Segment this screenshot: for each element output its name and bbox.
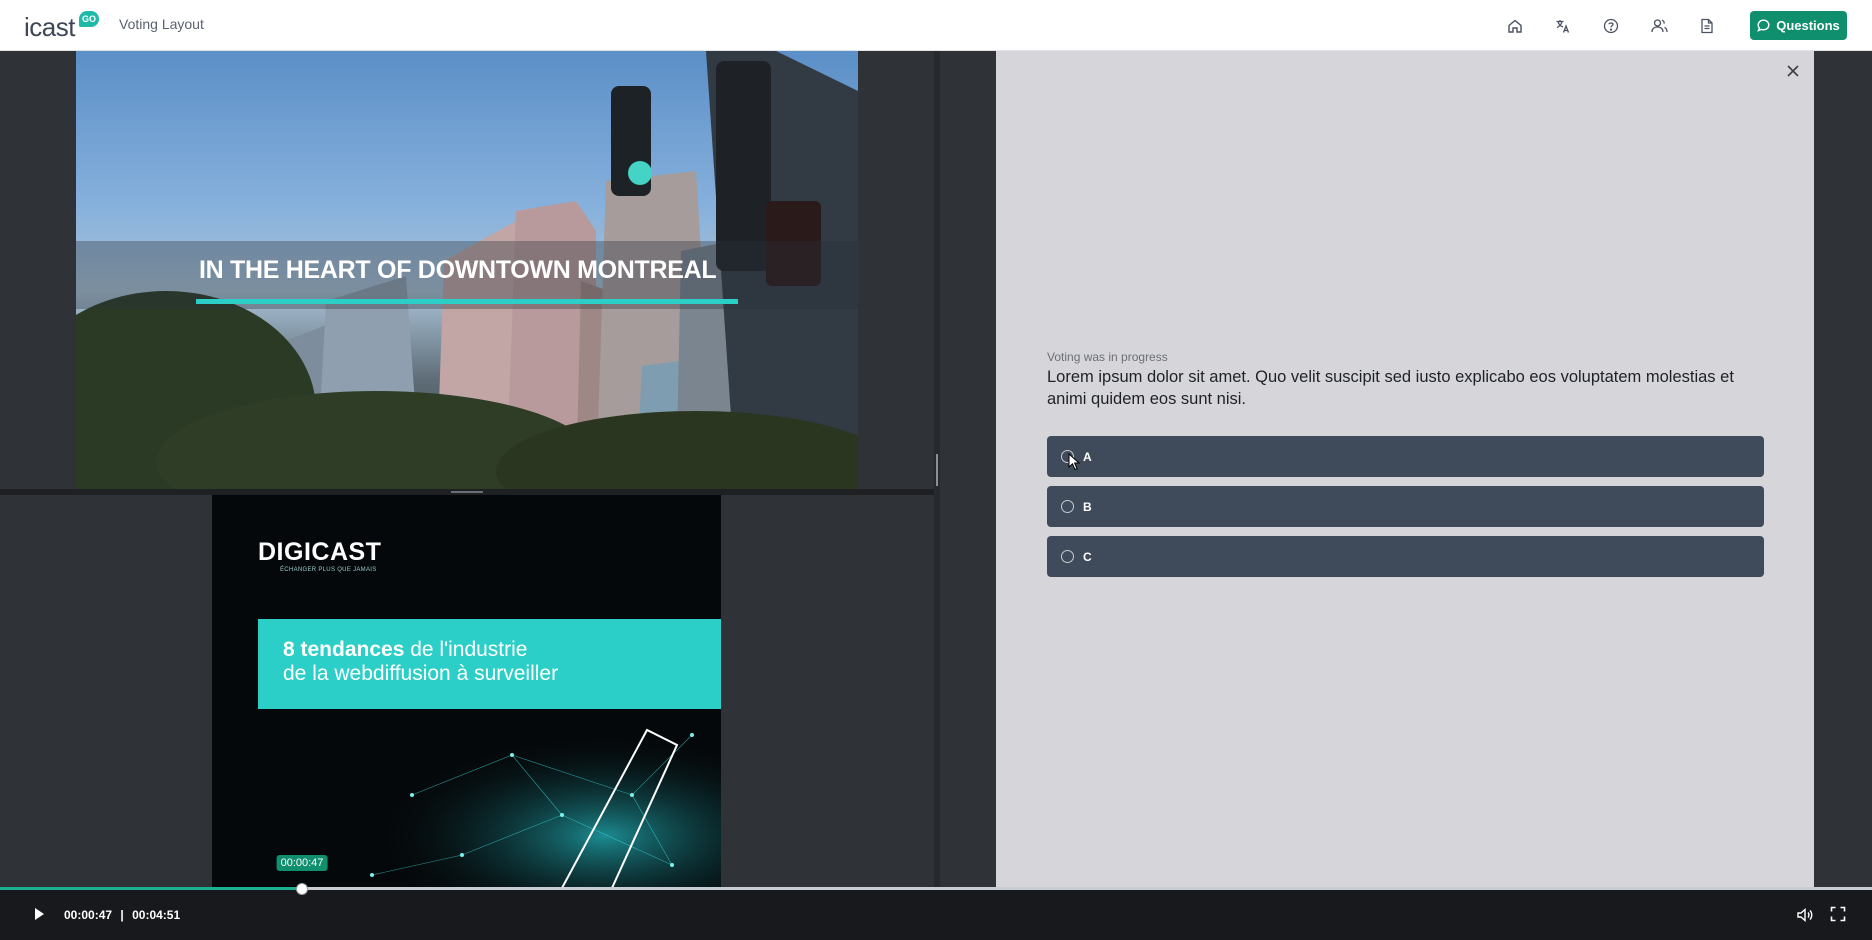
slide-headline-bold: 8 tendances <box>283 638 405 661</box>
logo-badge: GO <box>79 11 99 27</box>
current-time: 00:00:47 <box>64 908 113 922</box>
page-title: Voting Layout <box>119 16 204 32</box>
option-a[interactable]: A <box>1047 436 1764 477</box>
slide-headline-line2: de la webdiffusion à surveiller <box>283 662 559 685</box>
voting-question: Lorem ipsum dolor sit amet. Quo velit su… <box>1047 368 1734 408</box>
player-controls <box>0 888 1872 940</box>
slide-brand: DIGICAST <box>258 538 382 566</box>
play-icon[interactable] <box>32 906 46 922</box>
option-label: B <box>1083 499 1092 514</box>
volume-icon[interactable] <box>1796 906 1814 924</box>
video-player[interactable]: IN THE HEART OF DOWNTOWN MONTREAL <box>76 51 858 489</box>
radio-b[interactable] <box>1061 500 1074 513</box>
option-b[interactable]: B <box>1047 486 1764 527</box>
total-duration: 00:04:51 <box>132 908 181 922</box>
slide-headline: 8 tendances de l'industrie de la webdiff… <box>283 638 558 686</box>
icast-logo[interactable]: icast GO <box>24 11 99 42</box>
option-label: C <box>1083 549 1092 564</box>
time-tooltip: 00:00:47 <box>276 855 328 871</box>
time-display: 00:00:47 | 00:04:51 <box>64 908 180 922</box>
radio-c[interactable] <box>1061 550 1074 563</box>
presentation-slide: DIGICAST ÉCHANGER PLUS QUE JAMAIS 8 tend… <box>212 495 721 888</box>
progress-fill <box>0 887 302 890</box>
media-area: IN THE HEART OF DOWNTOWN MONTREAL DIGICA… <box>0 51 996 888</box>
voting-status: Voting was in progress <box>1047 350 1168 364</box>
fullscreen-icon[interactable] <box>1830 906 1846 922</box>
questions-label: Questions <box>1776 18 1840 33</box>
home-icon[interactable] <box>1504 15 1526 37</box>
chat-bubble-icon <box>1757 19 1770 32</box>
progress-thumb[interactable] <box>296 883 308 895</box>
voting-panel: Voting was in progress Lorem ipsum dolor… <box>996 51 1814 888</box>
video-caption: IN THE HEART OF DOWNTOWN MONTREAL <box>199 256 717 284</box>
option-label: A <box>1083 449 1092 464</box>
slide-tagline: ÉCHANGER PLUS QUE JAMAIS <box>280 567 377 573</box>
users-icon[interactable] <box>1648 15 1670 37</box>
logo-text: icast <box>24 12 75 42</box>
translate-icon[interactable] <box>1552 15 1574 37</box>
slide-headline-rest: de l'industrie <box>404 638 528 661</box>
help-icon[interactable] <box>1600 15 1622 37</box>
document-icon[interactable] <box>1696 15 1718 37</box>
splitter-grip-vertical[interactable] <box>936 454 938 486</box>
questions-button[interactable]: Questions <box>1750 11 1847 40</box>
mouse-cursor-icon <box>1068 453 1080 471</box>
close-icon[interactable] <box>1784 62 1802 80</box>
splitter-grip[interactable] <box>451 491 483 493</box>
top-header: icast GO Voting Layout Questions <box>0 0 1872 51</box>
right-gutter <box>1814 51 1872 888</box>
time-separator: | <box>120 908 124 922</box>
option-c[interactable]: C <box>1047 536 1764 577</box>
